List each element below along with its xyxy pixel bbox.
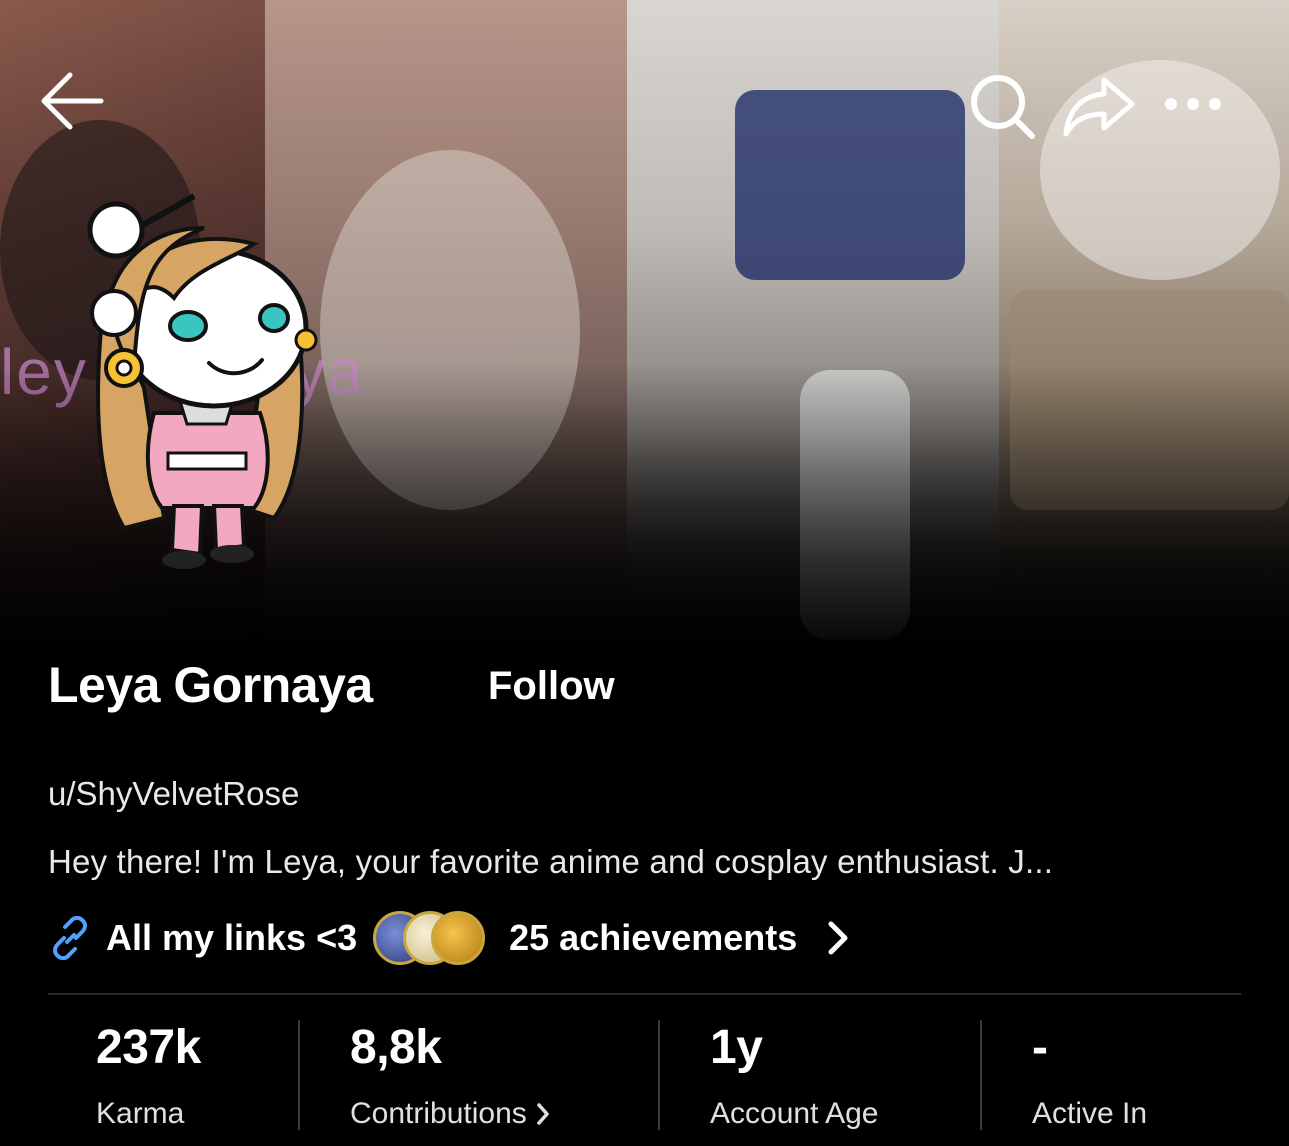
achievement-badge-icon [431, 911, 486, 965]
profile-page: leyaya [0, 0, 1289, 1146]
chevron-right-icon [537, 1103, 549, 1125]
divider [48, 993, 1241, 995]
all-links-link[interactable]: All my links <3 [106, 917, 357, 959]
search-button[interactable] [966, 70, 1038, 142]
display-name: Leya Gornaya [48, 657, 373, 713]
links-row: All my links <3 25 achievements [48, 910, 851, 966]
search-icon [971, 75, 1035, 139]
bio-text[interactable]: Hey there! I'm Leya, your favorite anime… [48, 843, 1258, 881]
stat-contributions[interactable]: 8,8k Contributions [350, 1020, 551, 1132]
user-avatar [87, 193, 318, 569]
share-icon [1063, 77, 1135, 137]
link-icon [53, 916, 87, 960]
more-dots-icon [1165, 98, 1221, 110]
follow-button[interactable]: Follow [472, 660, 631, 713]
back-button[interactable] [34, 66, 108, 136]
username: u/ShyVelvetRose [48, 775, 300, 812]
more-options-button[interactable] [1158, 78, 1228, 130]
stat-account-age: 1y Account Age [710, 1021, 879, 1130]
stat-active-in: - Active In [1032, 1021, 1148, 1130]
stat-karma: 237k Karma [96, 1021, 201, 1130]
achievements-label: 25 achievements [509, 917, 798, 958]
achievements-link[interactable]: 25 achievements [509, 917, 851, 959]
chevron-right-icon [828, 921, 848, 955]
share-button[interactable] [1058, 70, 1138, 142]
achievement-badges[interactable] [373, 909, 489, 967]
arrow-left-icon [41, 72, 104, 130]
